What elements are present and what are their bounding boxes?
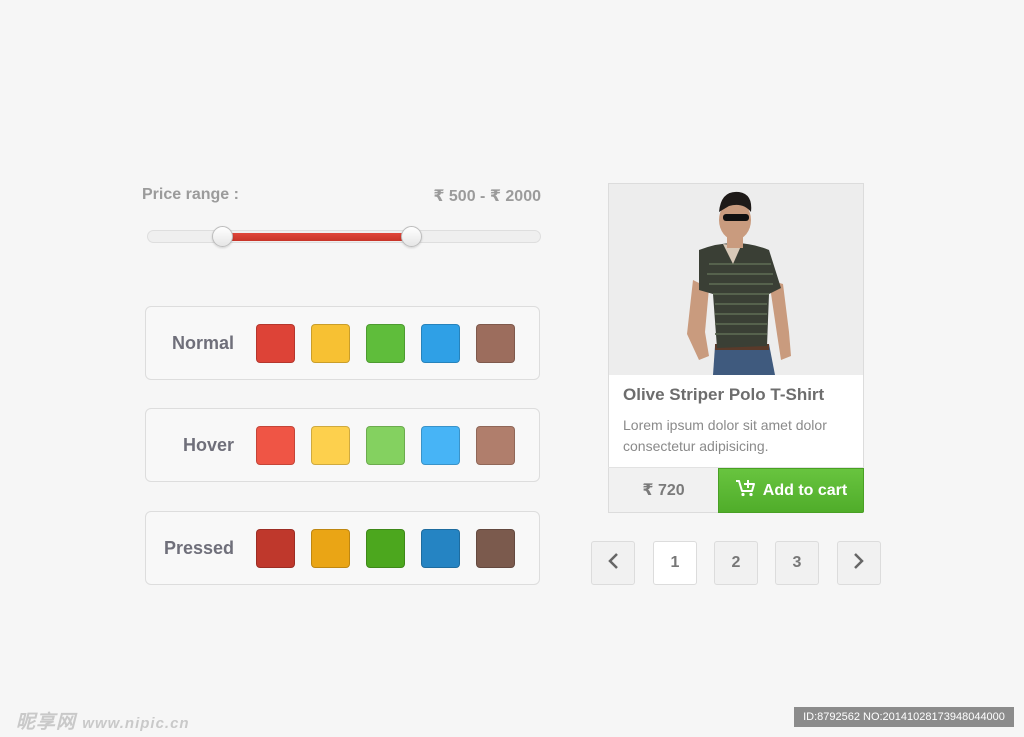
swatch-row-hover: Hover: [145, 408, 540, 482]
product-card: Olive Striper Polo T-Shirt Lorem ipsum d…: [608, 183, 864, 513]
pagination-page-1[interactable]: 1: [653, 541, 697, 585]
price-range-label: Price range :: [142, 186, 239, 203]
color-swatch[interactable]: [311, 529, 350, 568]
price-slider-min-handle[interactable]: [212, 226, 234, 247]
price-slider[interactable]: [147, 226, 541, 247]
pagination-next-button[interactable]: [837, 541, 881, 585]
color-swatch[interactable]: [476, 324, 515, 363]
cart-plus-icon: [735, 479, 757, 502]
color-swatch[interactable]: [421, 529, 460, 568]
pagination-page-3[interactable]: 3: [775, 541, 819, 585]
color-swatch[interactable]: [476, 426, 515, 465]
color-swatch[interactable]: [476, 529, 515, 568]
price-slider-fill: [222, 233, 411, 241]
price-range-value: ₹ 500 - ₹ 2000: [433, 188, 541, 205]
pagination-page-2[interactable]: 2: [714, 541, 758, 585]
product-description: Lorem ipsum dolor sit amet dolor consect…: [623, 417, 827, 454]
color-swatch[interactable]: [256, 529, 295, 568]
watermark-site: 昵享网 www.nipic.cn: [16, 707, 190, 734]
chevron-left-icon: [607, 552, 619, 575]
price-slider-max-handle[interactable]: [400, 226, 422, 247]
swatch-row-normal: Normal: [145, 306, 540, 380]
swatch-row-label: Hover: [182, 435, 234, 455]
swatch-row-label: Pressed: [163, 538, 234, 558]
product-footer: ₹ 720 Add to cart: [608, 467, 864, 513]
product-image[interactable]: [609, 184, 863, 375]
add-to-cart-label: Add to cart: [762, 481, 848, 499]
color-swatch[interactable]: [256, 426, 295, 465]
color-swatch[interactable]: [421, 426, 460, 465]
color-swatch[interactable]: [256, 324, 295, 363]
color-swatch[interactable]: [421, 324, 460, 363]
watermark-url: www.nipic.cn: [82, 715, 190, 732]
watermark-id: ID:8792562 NO:20141028173948044000: [794, 707, 1014, 727]
swatch-row-pressed: Pressed: [145, 511, 540, 585]
color-swatch[interactable]: [366, 426, 405, 465]
product-title[interactable]: Olive Striper Polo T-Shirt: [623, 385, 824, 405]
pagination-prev-button[interactable]: [591, 541, 635, 585]
color-swatch[interactable]: [366, 324, 405, 363]
chevron-right-icon: [853, 552, 865, 575]
add-to-cart-button[interactable]: Add to cart: [718, 468, 864, 513]
color-swatch[interactable]: [311, 324, 350, 363]
color-swatch[interactable]: [311, 426, 350, 465]
watermark-site-name: 昵享网: [16, 712, 77, 733]
color-swatch[interactable]: [366, 529, 405, 568]
product-price: ₹ 720: [608, 468, 718, 513]
swatch-row-label: Normal: [171, 333, 234, 353]
